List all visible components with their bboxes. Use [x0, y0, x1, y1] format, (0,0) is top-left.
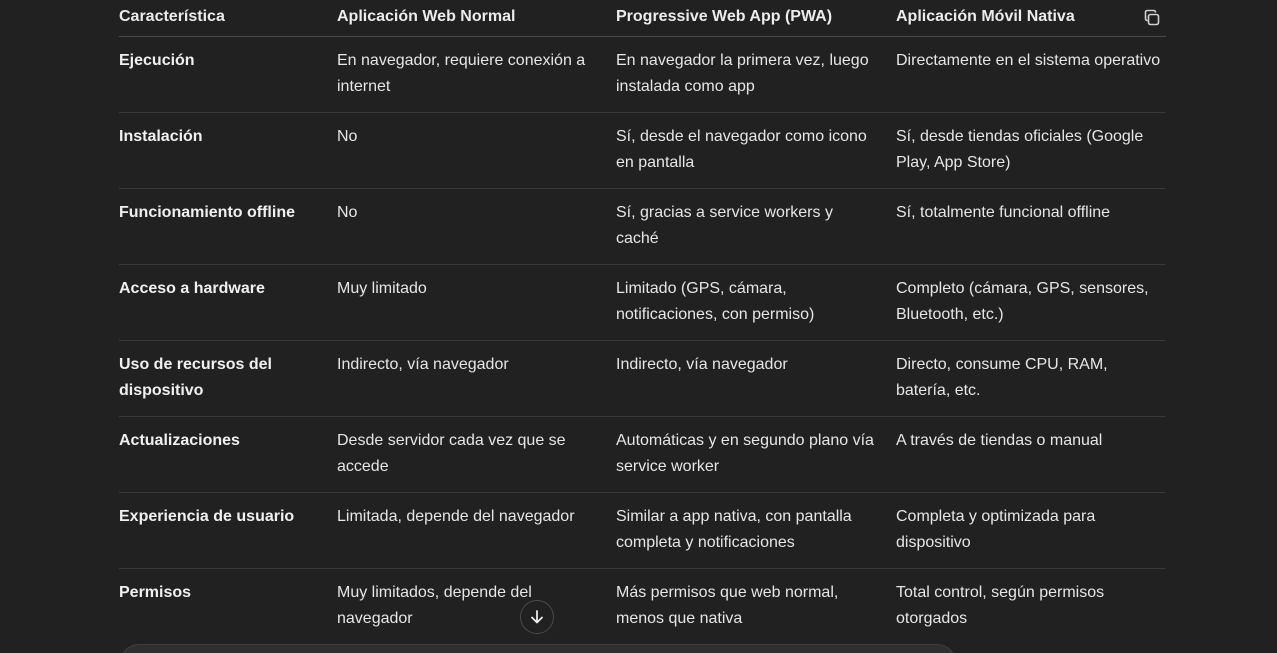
cell-text: En navegador, requiere conexión a intern…	[337, 52, 586, 95]
cell-text: Completo (cámara, GPS, sensores, Bluetoo…	[896, 280, 1149, 323]
table-cell: Total control, según permisos otorgados	[896, 569, 1166, 645]
table-cell: Indirecto, vía navegador	[616, 340, 896, 417]
cell-text: En navegador la primera vez, luego insta…	[616, 52, 869, 95]
table-cell: Sí, desde tiendas oficiales (Google Play…	[896, 112, 1166, 189]
table-cell: Desde servidor cada vez que se accede	[337, 416, 616, 493]
scroll-to-bottom-button[interactable]	[520, 600, 554, 634]
table-cell: Sí, desde el navegador como icono en pan…	[616, 112, 896, 189]
cell-text: Desde servidor cada vez que se accede	[337, 432, 566, 475]
table-cell: Directo, consume CPU, RAM, batería, etc.	[896, 340, 1166, 417]
table-cell: A través de tiendas o manual	[896, 416, 1166, 493]
table-row: Permisos Muy limitados, depende del nave…	[119, 569, 1166, 645]
copy-icon	[1144, 9, 1160, 26]
table-cell: Similar a app nativa, con pantalla compl…	[616, 492, 896, 569]
table-cell: No	[337, 112, 616, 189]
cell-text: Permisos	[119, 584, 192, 601]
table-row: Actualizaciones Desde servidor cada vez …	[119, 416, 1166, 493]
message-composer[interactable]	[119, 644, 957, 653]
cell-text: Indirecto, vía navegador	[337, 356, 509, 373]
table-cell: Sí, totalmente funcional offline	[896, 188, 1166, 265]
cell-text: Similar a app nativa, con pantalla compl…	[616, 508, 852, 551]
table-header-cell: Aplicación Web Normal	[337, 0, 616, 37]
table-cell: Uso de recursos del dispositivo	[119, 340, 337, 417]
table-header-cell: Progressive Web App (PWA)	[616, 0, 896, 37]
cell-text: Indirecto, vía navegador	[616, 356, 788, 373]
cell-text: Experiencia de usuario	[119, 508, 295, 525]
table-row: Experiencia de usuario Limitada, depende…	[119, 492, 1166, 569]
table-header-row: Característica Aplicación Web Normal Pro…	[119, 0, 1166, 37]
table-header-cell: Característica	[119, 0, 337, 37]
cell-text: Directamente en el sistema operativo	[896, 52, 1161, 69]
arrow-down-icon	[531, 610, 543, 624]
table-cell: Acceso a hardware	[119, 264, 337, 341]
table-cell: Limitada, depende del navegador	[337, 492, 616, 569]
table-cell: Ejecución	[119, 36, 337, 113]
cell-text: Funcionamiento offline	[119, 204, 295, 221]
cell-text: Total control, según permisos otorgados	[896, 584, 1105, 627]
table-cell: Limitado (GPS, cámara, notificaciones, c…	[616, 264, 896, 341]
table-cell: Permisos	[119, 569, 337, 645]
cell-text: Directo, consume CPU, RAM, batería, etc.	[896, 356, 1108, 399]
table-cell: Muy limitados, depende del navegador	[337, 569, 616, 645]
cell-text: Muy limitado	[337, 280, 427, 297]
table-row: Ejecución En navegador, requiere conexió…	[119, 36, 1166, 113]
comparison-table-container: Característica Aplicación Web Normal Pro…	[119, 0, 1166, 644]
cell-text: Limitado (GPS, cámara, notificaciones, c…	[616, 280, 815, 323]
cell-text: Sí, gracias a service workers y caché	[616, 204, 833, 247]
cell-text: Sí, desde el navegador como icono en pan…	[616, 128, 867, 171]
cell-text: Ejecución	[119, 52, 195, 69]
table-header-cell: Aplicación Móvil Nativa	[896, 0, 1166, 37]
table-cell: Instalación	[119, 112, 337, 189]
table-cell: Indirecto, vía navegador	[337, 340, 616, 417]
table-cell: En navegador, requiere conexión a intern…	[337, 36, 616, 113]
cell-text: Sí, totalmente funcional offline	[896, 204, 1111, 221]
table-cell: Experiencia de usuario	[119, 492, 337, 569]
cell-text: Automáticas y en segundo plano vía servi…	[616, 432, 874, 475]
table-cell: Actualizaciones	[119, 416, 337, 493]
table-cell: En navegador la primera vez, luego insta…	[616, 36, 896, 113]
table-row: Acceso a hardware Muy limitado Limitado …	[119, 264, 1166, 341]
table-cell: No	[337, 188, 616, 265]
chat-view: Característica Aplicación Web Normal Pro…	[0, 0, 1277, 653]
table-cell: Automáticas y en segundo plano vía servi…	[616, 416, 896, 493]
cell-text: Limitada, depende del navegador	[337, 508, 575, 525]
cell-text: Más permisos que web normal, menos que n…	[616, 584, 839, 627]
table-cell: Funcionamiento offline	[119, 188, 337, 265]
cell-text: No	[337, 204, 358, 221]
table-row: Uso de recursos del dispositivo Indirect…	[119, 340, 1166, 417]
cell-text: Completa y optimizada para dispositivo	[896, 508, 1096, 551]
table-cell: Completa y optimizada para dispositivo	[896, 492, 1166, 569]
cell-text: A través de tiendas o manual	[896, 432, 1103, 449]
cell-text: Acceso a hardware	[119, 280, 265, 297]
copy-table-button[interactable]	[1143, 9, 1161, 27]
cell-text: Instalación	[119, 128, 203, 145]
comparison-table: Característica Aplicación Web Normal Pro…	[119, 0, 1166, 644]
cell-text: No	[337, 128, 358, 145]
table-cell: Más permisos que web normal, menos que n…	[616, 569, 896, 645]
table-row: Instalación No Sí, desde el navegador co…	[119, 112, 1166, 189]
cell-text: Muy limitados, depende del navegador	[337, 584, 532, 627]
table-row: Funcionamiento offline No Sí, gracias a …	[119, 188, 1166, 265]
cell-text: Actualizaciones	[119, 432, 240, 449]
table-cell: Directamente en el sistema operativo	[896, 36, 1166, 113]
table-cell: Sí, gracias a service workers y caché	[616, 188, 896, 265]
cell-text: Uso de recursos del dispositivo	[119, 356, 272, 399]
cell-text: Sí, desde tiendas oficiales (Google Play…	[896, 128, 1144, 171]
table-cell: Completo (cámara, GPS, sensores, Bluetoo…	[896, 264, 1166, 341]
table-cell: Muy limitado	[337, 264, 616, 341]
